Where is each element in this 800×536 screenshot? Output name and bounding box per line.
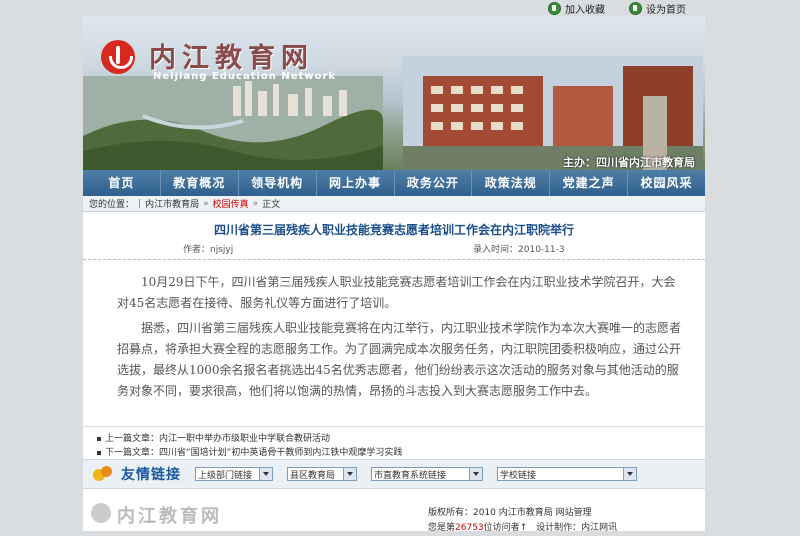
next-article-link[interactable]: 四川省“国培计划”初中英语骨干教师到内江铁中观摩学习实践	[159, 448, 402, 458]
breadcrumb-separator: |	[138, 198, 142, 209]
next-article-row: 下一篇文章：四川省“国培计划”初中英语骨干教师到内江铁中观摩学习实践	[83, 446, 705, 460]
breadcrumb-separator: »	[252, 198, 259, 209]
sponsor-text: 主办：四川省内江市教育局	[563, 156, 695, 169]
article-author: 作者：njsjyj	[183, 242, 233, 255]
footer-logo-text: 内江教育网	[117, 506, 222, 527]
article-paragraph: 10月29日下午，四川省第三届残疾人职业技能竞赛志愿者培训工作会在内江职业技术学…	[117, 275, 676, 310]
main-nav: 首页 教育概况 领导机构 网上办事 政务公开 政策法规 党建之声 校园风采	[83, 170, 705, 196]
footer-copyright: 版权所有：2010 内江市教育局 网站管理	[428, 508, 592, 518]
date-value: 2010-11-3	[518, 245, 565, 255]
visitor-counter: 26753	[455, 523, 484, 533]
prev-article-row: 上一篇文章：内江一职中举办市级职业中学联合教研活动	[83, 432, 705, 446]
friend-links-bar: 友情链接 上级部门链接 县区教育局 市直教育系统链接 学校链接	[83, 459, 705, 489]
article-body: 10月29日下午，四川省第三届残疾人职业技能竞赛志愿者培训工作会在内江职业技术学…	[117, 272, 687, 406]
footer-info: 版权所有：2010 内江市教育局 网站管理 您是第26753位访问者↑ 设计制作…	[428, 506, 617, 536]
nav-item-home[interactable]: 首页	[83, 170, 161, 196]
nav-item-government-affairs[interactable]: 政务公开	[395, 170, 473, 196]
author-label: 作者：	[183, 245, 211, 255]
page-container: 内江教育网 Neijiang Education Network 主办：四川省内…	[83, 16, 705, 533]
breadcrumb-separator: »	[203, 198, 209, 209]
city-landscape-image	[83, 76, 383, 170]
breadcrumb-prefix: 您的位置：	[89, 200, 135, 210]
select-school-links-value: 学校链接	[500, 470, 537, 481]
nav-item-policies[interactable]: 政策法规	[472, 170, 551, 196]
nav-item-party-voice[interactable]: 党建之声	[550, 170, 629, 196]
prev-article-label: 上一篇文章：	[105, 434, 160, 444]
friend-links-title: 友情链接	[121, 467, 181, 483]
breadcrumb: 您的位置： | 内江市教育局 » 校园传真 » 正文	[83, 196, 705, 212]
footer-visitor-row: 您是第26753位访问者↑ 设计制作：内江网讯	[428, 521, 617, 536]
add-favorite-link[interactable]: 加入收藏	[548, 1, 605, 16]
favorite-icon	[548, 1, 561, 15]
home-icon	[629, 1, 642, 15]
top-bar: 加入收藏 设为首页	[0, 0, 800, 16]
select-city-education-system[interactable]: 市直教育系统链接	[371, 467, 483, 481]
site-logo-icon	[101, 40, 135, 74]
nav-item-overview[interactable]: 教育概况	[161, 170, 239, 196]
right-margin	[705, 0, 800, 531]
footer-logo-icon	[91, 503, 111, 523]
visitor-prefix: 您是第	[428, 523, 456, 533]
select-county-bureaus-value: 县区教育局	[290, 470, 336, 481]
nav-item-campus-scenery[interactable]: 校园风采	[628, 170, 705, 196]
article-title: 四川省第三届残疾人职业技能竞赛志愿者培训工作会在内江职院举行	[213, 223, 574, 237]
article-meta: 作者：njsjyj 录入时间：2010-11-3	[83, 239, 705, 260]
select-superior-departments[interactable]: 上级部门链接	[195, 467, 273, 481]
site-subtitle: Neijiang Education Network	[153, 71, 337, 82]
prev-next-links: 上一篇文章：内江一职中举办市级职业中学联合教研活动 下一篇文章：四川省“国培计划…	[83, 426, 705, 460]
author-value: njsjyj	[210, 245, 234, 255]
next-article-label: 下一篇文章：	[105, 448, 160, 458]
friend-links-icon	[93, 466, 113, 482]
select-school-links[interactable]: 学校链接	[497, 467, 637, 481]
visitor-suffix: 位访问者↑	[483, 523, 528, 533]
article-date: 录入时间：2010-11-3	[473, 242, 565, 255]
set-homepage-link[interactable]: 设为首页	[629, 1, 686, 16]
footer-designer: 设计制作：内江网讯	[536, 523, 618, 533]
chevron-down-icon	[469, 468, 482, 480]
chevron-down-icon	[343, 468, 356, 480]
chevron-down-icon	[259, 468, 272, 480]
breadcrumb-item-campus-news[interactable]: 校园传真	[213, 197, 249, 210]
date-label: 录入时间：	[473, 245, 519, 255]
site-title: 内江教育网	[149, 43, 314, 74]
select-county-bureaus[interactable]: 县区教育局	[287, 467, 357, 481]
set-homepage-label: 设为首页	[646, 4, 686, 16]
left-margin	[0, 0, 83, 531]
breadcrumb-item-current: 正文	[262, 200, 281, 210]
chevron-down-icon	[623, 468, 636, 480]
select-superior-departments-value: 上级部门链接	[198, 470, 253, 481]
breadcrumb-item-bureau[interactable]: 内江市教育局	[145, 197, 199, 210]
footer: 内江教育网 版权所有：2010 内江市教育局 网站管理 您是第26753位访问者…	[83, 492, 705, 533]
school-building-image	[403, 56, 703, 170]
article-paragraph: 据悉，四川省第三届残疾人职业技能竞赛将在内江举行，内江职业技术学院作为本次大赛唯…	[117, 321, 682, 398]
select-city-education-system-value: 市直教育系统链接	[374, 470, 447, 481]
add-favorite-label: 加入收藏	[565, 4, 605, 16]
nav-item-leadership[interactable]: 领导机构	[239, 170, 317, 196]
prev-article-link[interactable]: 内江一职中举办市级职业中学联合教研活动	[159, 434, 330, 444]
nav-item-online-services[interactable]: 网上办事	[317, 170, 395, 196]
header-banner: 内江教育网 Neijiang Education Network 主办：四川省内…	[83, 16, 705, 170]
